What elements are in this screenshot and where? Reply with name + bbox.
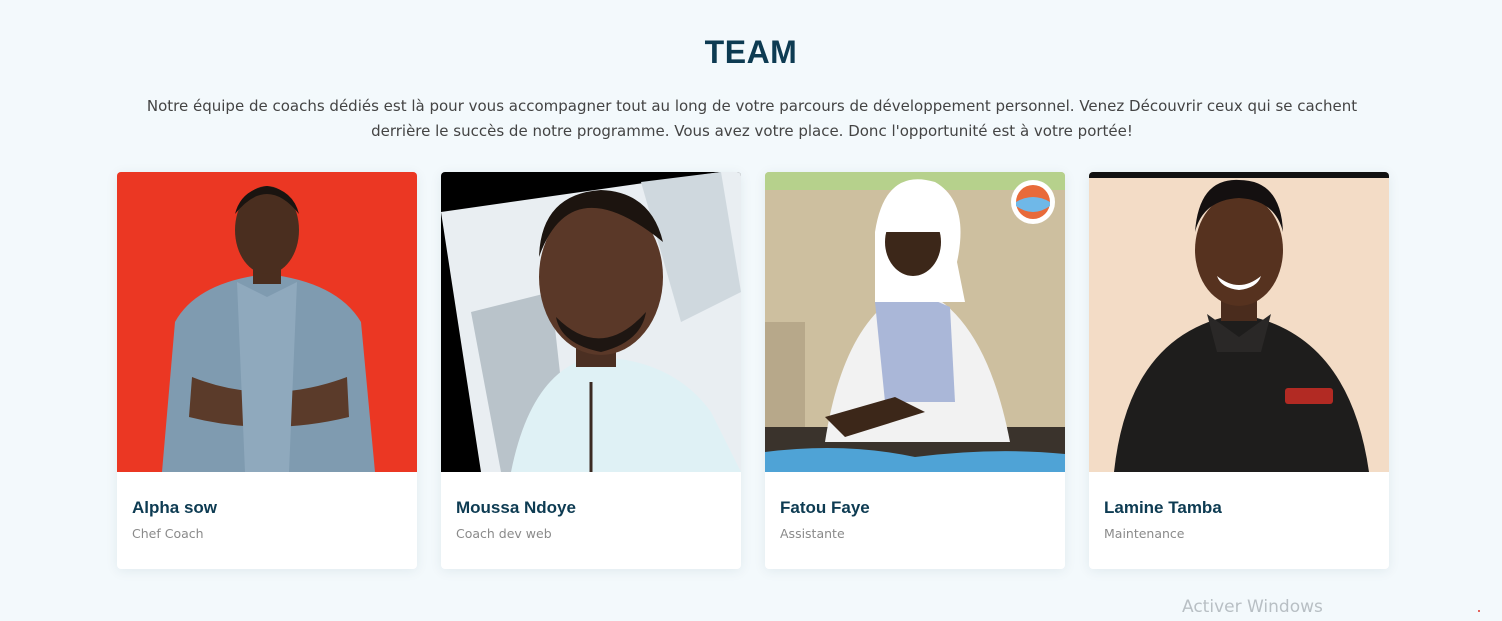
member-role: Assistante [780, 526, 845, 541]
team-card[interactable]: Moussa Ndoye Coach dev web [441, 172, 741, 569]
team-card[interactable]: Alpha sow Chef Coach [117, 172, 417, 569]
member-photo [441, 172, 741, 472]
team-card[interactable]: Fatou Faye Assistante [765, 172, 1065, 569]
member-info: Fatou Faye Assistante [765, 472, 1065, 569]
member-photo [117, 172, 417, 472]
member-name: Lamine Tamba [1104, 498, 1222, 517]
member-info: Alpha sow Chef Coach [117, 472, 417, 569]
member-info: Lamine Tamba Maintenance [1089, 472, 1389, 569]
member-name: Fatou Faye [780, 498, 870, 517]
section-description: Notre équipe de coachs dédiés est là pou… [146, 97, 1358, 140]
decorative-dot [1478, 610, 1480, 612]
member-photo [765, 172, 1065, 472]
team-grid: Alpha sow Chef Coach Moussa Ndoye Coach … [117, 172, 1389, 569]
section-title: TEAM [704, 34, 798, 70]
team-card[interactable]: Lamine Tamba Maintenance [1089, 172, 1389, 569]
member-role: Maintenance [1104, 526, 1185, 541]
member-role: Coach dev web [456, 526, 552, 541]
activate-windows-watermark: Activer Windows [1182, 597, 1323, 617]
member-name: Alpha sow [132, 498, 218, 517]
member-photo [1089, 172, 1389, 472]
member-info: Moussa Ndoye Coach dev web [441, 472, 741, 569]
member-role: Chef Coach [132, 526, 204, 541]
member-name: Moussa Ndoye [456, 498, 576, 517]
